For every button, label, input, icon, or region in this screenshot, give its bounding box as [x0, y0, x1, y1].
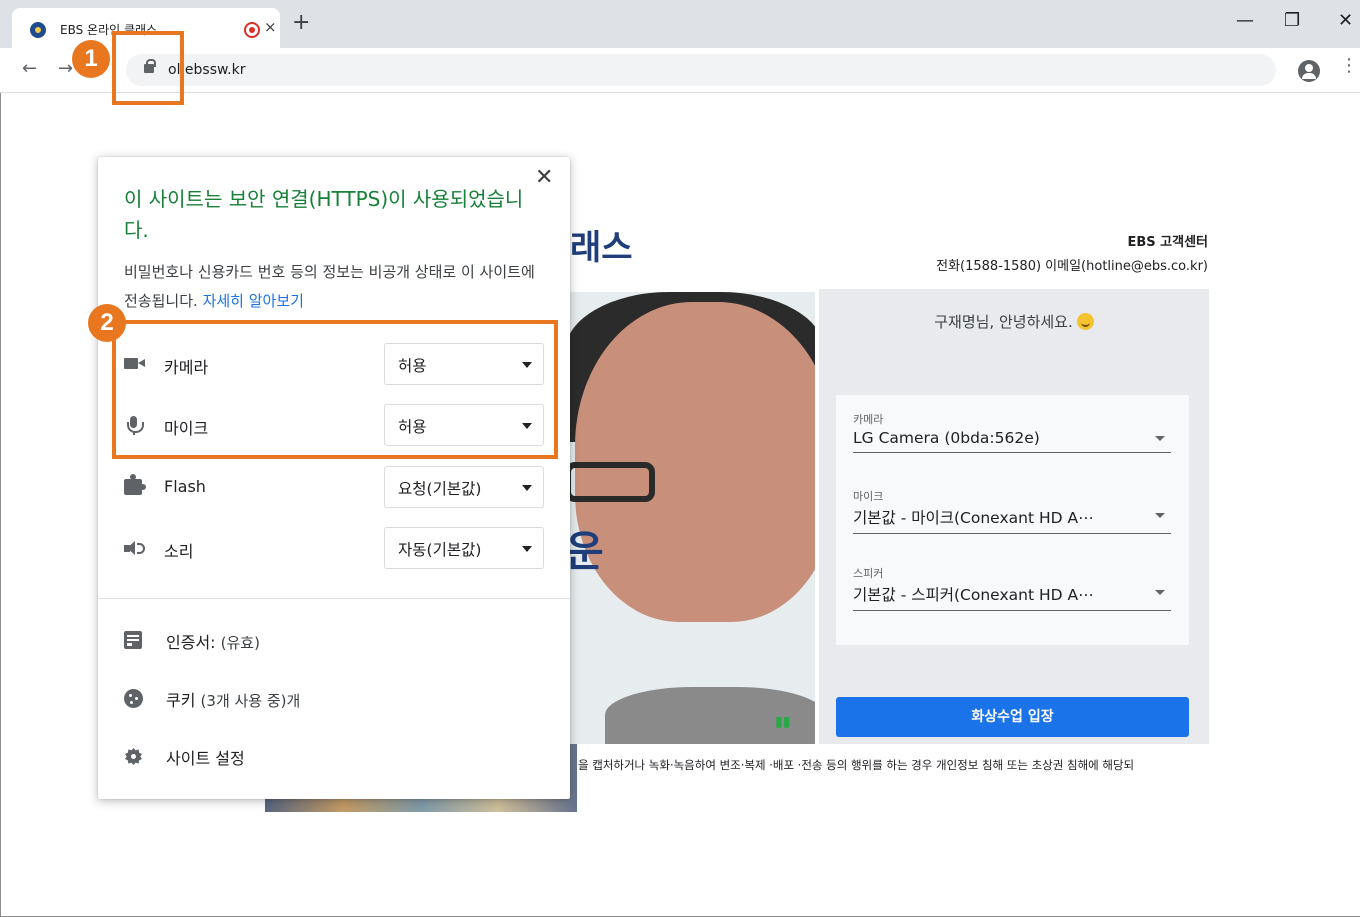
certificate-icon — [124, 631, 142, 649]
camera-device-select[interactable]: 카메라 LG Camera (0bda:562e) — [853, 411, 1171, 453]
minimize-button[interactable]: — — [1236, 10, 1254, 31]
recording-indicator-icon — [244, 22, 260, 38]
flash-permission-select[interactable]: 요청(기본값) — [384, 466, 544, 508]
restore-button[interactable]: ❐ — [1284, 10, 1300, 31]
popup-close-icon[interactable]: ✕ — [535, 167, 553, 189]
annotation-badge-1: 1 — [72, 40, 110, 78]
audio-level-icon: ▮▮ — [775, 714, 791, 730]
forward-button[interactable]: → — [58, 58, 73, 79]
connection-description: 비밀번호나 신용카드 번호 등의 정보는 비공개 상태로 이 사이트에 전송됩니… — [124, 258, 544, 316]
device-label: 마이크 — [853, 490, 884, 503]
address-bar[interactable]: ol.ebssw.kr — [126, 54, 1276, 86]
enter-video-class-button[interactable]: 화상수업 입장 — [836, 697, 1189, 737]
sound-permission-select[interactable]: 자동(기본값) — [384, 527, 544, 569]
device-label: 카메라 — [853, 413, 884, 426]
permission-flash: Flash 요청(기본값) — [124, 466, 544, 508]
dropdown-caret-icon — [1155, 513, 1165, 518]
divider — [98, 598, 570, 599]
customer-center-title: EBS 고객센터 — [1127, 235, 1208, 250]
greeting: 구재명님, 안녕하세요. — [819, 311, 1209, 332]
annotation-box-permissions — [112, 320, 558, 459]
connection-secure-title: 이 사이트는 보안 연결(HTTPS)이 사용되었습니다. — [124, 187, 524, 242]
description-text: 비밀번호나 신용카드 번호 등의 정보는 비공개 상태로 이 사이트에 전송됩니… — [124, 263, 535, 310]
permission-sound: 소리 자동(기본값) — [124, 527, 544, 569]
certificate-status: (유효) — [220, 634, 260, 652]
cookies-link[interactable]: 쿠키 (3개 사용 중)개 — [124, 684, 524, 714]
site-info-popup: ✕ 이 사이트는 보안 연결(HTTPS)이 사용되었습니다. 비밀번호나 신용… — [98, 157, 570, 799]
annotation-badge-2: 2 — [88, 304, 126, 342]
dropdown-caret-icon — [522, 485, 532, 491]
permission-value: 자동(기본값) — [398, 541, 482, 559]
device-value: 기본값 - 스피커(Conexant HD A⋯ — [853, 586, 1094, 604]
tab-strip: EBS 온라인 클래스 × + — ❐ ✕ — [0, 0, 1360, 48]
greeting-text: 구재명님, 안녕하세요. — [934, 313, 1073, 331]
permission-label: 소리 — [164, 542, 194, 561]
back-button[interactable]: ← — [22, 58, 37, 79]
microphone-device-select[interactable]: 마이크 기본값 - 마이크(Conexant HD A⋯ — [853, 488, 1171, 534]
new-tab-button[interactable]: + — [292, 12, 310, 34]
cookies-count: (3개 사용 중)개 — [200, 692, 301, 710]
site-settings-label: 사이트 설정 — [166, 749, 245, 768]
device-selectors: 카메라 LG Camera (0bda:562e) 마이크 기본값 - 마이크(… — [836, 395, 1189, 645]
smile-emoji-icon — [1076, 313, 1094, 330]
dropdown-caret-icon — [522, 546, 532, 552]
dropdown-caret-icon — [1155, 436, 1165, 441]
privacy-notice: 을 캡처하거나 녹화·녹음하여 변조·복제 ·배포 ·전송 등의 행위를 하는 … — [578, 758, 1135, 772]
certificate-label: 인증서: — [166, 633, 216, 652]
account-icon[interactable] — [1298, 60, 1320, 82]
browser-toolbar: ← → ol.ebssw.kr ⋮ — [0, 48, 1360, 93]
certificate-link[interactable]: 인증서: (유효) — [124, 626, 524, 656]
device-settings-panel: 구재명님, 안녕하세요. 카메라 LG Camera (0bda:562e) 마… — [819, 289, 1209, 744]
annotation-box-lock — [112, 31, 184, 105]
gear-icon — [124, 747, 143, 766]
device-value: LG Camera (0bda:562e) — [853, 429, 1040, 447]
device-value: 기본값 - 마이크(Conexant HD A⋯ — [853, 509, 1094, 527]
puzzle-icon — [124, 474, 146, 495]
site-settings-link[interactable]: 사이트 설정 — [124, 742, 524, 772]
cookie-icon — [124, 689, 143, 708]
site-brand-fragment: 래스 — [570, 228, 633, 268]
background-glyph: 운 — [565, 527, 604, 576]
ebs-favicon-icon — [30, 22, 46, 38]
cookies-label: 쿠키 — [166, 691, 196, 710]
speaker-device-select[interactable]: 스피커 기본값 - 스피커(Conexant HD A⋯ — [853, 565, 1171, 611]
browser-menu-icon[interactable]: ⋮ — [1340, 57, 1358, 75]
speaker-icon — [124, 540, 145, 558]
permission-label: Flash — [164, 477, 206, 496]
dropdown-caret-icon — [1155, 590, 1165, 595]
customer-center-contact: 전화(1588-1580) 이메일(hotline@ebs.co.kr) — [936, 259, 1208, 274]
close-window-button[interactable]: ✕ — [1338, 10, 1353, 31]
permission-value: 요청(기본값) — [398, 480, 482, 498]
tab-close-icon[interactable]: × — [264, 18, 277, 36]
device-label: 스피커 — [853, 567, 884, 580]
learn-more-link[interactable]: 자세히 알아보기 — [203, 292, 304, 310]
